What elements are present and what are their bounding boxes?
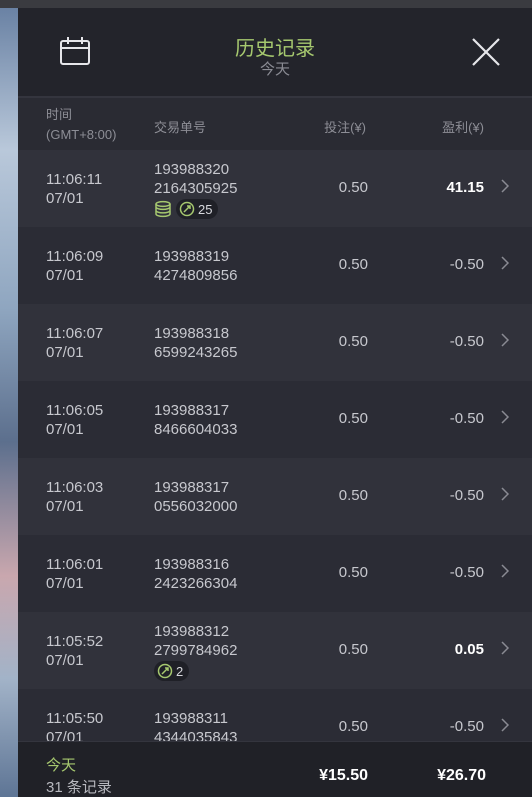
row-profit: -0.50 xyxy=(449,564,484,581)
history-row[interactable]: 11:06:05 07/01 193988317 8466604033 0.50 -… xyxy=(18,381,532,458)
history-panel: 历史记录 今天 时间 (GMT+8:00) 交易单号 投注(¥) 盈利(¥) 1… xyxy=(18,8,532,797)
row-order-number: 193988317 0556032000 xyxy=(154,479,238,515)
order-column-header: 交易单号 xyxy=(154,120,207,135)
close-icon[interactable] xyxy=(470,36,502,68)
row-order-number: 193988316 2423266304 xyxy=(154,556,238,592)
chevron-right-icon xyxy=(501,564,510,578)
row-badges: 25 xyxy=(154,198,219,220)
total-bet: ¥15.50 xyxy=(319,767,368,784)
row-profit: -0.50 xyxy=(449,487,484,504)
history-row[interactable]: 11:06:03 07/01 193988317 0556032000 0.50 -… xyxy=(18,458,532,535)
row-bet: 0.50 xyxy=(338,179,368,196)
row-profit: 0.05 xyxy=(454,641,484,658)
time-column-header: 时间 (GMT+8:00) xyxy=(46,107,117,142)
bet-column-header: 投注(¥) xyxy=(324,120,366,135)
free-spin-icon xyxy=(157,663,173,679)
row-time: 11:06:05 07/01 xyxy=(46,402,104,438)
row-bet: 0.50 xyxy=(338,256,368,273)
chevron-right-icon xyxy=(501,256,510,270)
row-time: 11:06:11 07/01 xyxy=(46,171,103,207)
row-bet: 0.50 xyxy=(338,487,368,504)
row-time: 11:05:52 07/01 xyxy=(46,633,104,669)
row-bet: 0.50 xyxy=(338,641,368,658)
free-spin-badge: 2 xyxy=(154,661,190,681)
row-profit: 41.15 xyxy=(446,179,484,196)
chevron-right-icon xyxy=(501,718,510,732)
history-row[interactable]: 11:06:09 07/01 193988319 4274809856 0.50 -… xyxy=(18,227,532,304)
row-time: 11:06:03 07/01 xyxy=(46,479,104,515)
row-order-number: 193988317 8466604033 xyxy=(154,402,238,438)
row-profit: -0.50 xyxy=(449,410,484,427)
row-order-number: 193988312 2799784962 xyxy=(154,623,238,659)
row-bet: 0.50 xyxy=(338,564,368,581)
row-time: 11:06:01 07/01 xyxy=(46,556,104,592)
history-row[interactable]: 11:06:01 07/01 193988316 2423266304 0.50 -… xyxy=(18,535,532,612)
column-header-row: 时间 (GMT+8:00) 交易单号 投注(¥) 盈利(¥) xyxy=(18,98,532,150)
coins-icon xyxy=(154,200,172,218)
row-order-number: 193988318 6599243265 xyxy=(154,325,238,361)
row-bet: 0.50 xyxy=(338,410,368,427)
chevron-right-icon xyxy=(501,333,510,347)
row-profit: -0.50 xyxy=(449,333,484,350)
row-badges: 2 xyxy=(154,660,190,682)
record-count: 31 条记录 xyxy=(46,779,112,796)
page-title: 历史记录 xyxy=(235,38,315,60)
row-bet: 0.50 xyxy=(338,333,368,350)
history-list: 11:06:11 07/01 193988320 2164305925 25 0… xyxy=(18,150,532,766)
panel-header: 历史记录 今天 xyxy=(18,8,532,98)
history-row[interactable]: 11:05:52 07/01 193988312 2799784962 2 0.50… xyxy=(18,612,532,689)
history-row[interactable]: 11:06:07 07/01 193988318 6599243265 0.50 -… xyxy=(18,304,532,381)
row-bet: 0.50 xyxy=(338,718,368,735)
chevron-right-icon xyxy=(501,410,510,424)
row-profit: -0.50 xyxy=(449,718,484,735)
chevron-right-icon xyxy=(501,487,510,501)
free-spin-icon xyxy=(179,201,195,217)
row-order-number: 193988320 2164305925 xyxy=(154,161,238,197)
free-spin-badge: 25 xyxy=(176,199,219,219)
row-time: 11:06:09 07/01 xyxy=(46,248,104,284)
date-filter-label: 今天 xyxy=(259,61,290,78)
summary-footer: 今天 31 条记录 ¥15.50 ¥26.70 xyxy=(18,741,532,797)
summary-period-label: 今天 xyxy=(46,757,77,774)
window-top-border xyxy=(0,0,532,8)
row-profit: -0.50 xyxy=(449,256,484,273)
chevron-right-icon xyxy=(501,179,510,193)
total-profit: ¥26.70 xyxy=(437,767,486,784)
profit-column-header: 盈利(¥) xyxy=(442,120,484,135)
row-order-number: 193988319 4274809856 xyxy=(154,248,238,284)
row-time: 11:06:07 07/01 xyxy=(46,325,104,361)
background-strip xyxy=(0,8,18,797)
history-row[interactable]: 11:06:11 07/01 193988320 2164305925 25 0… xyxy=(18,150,532,227)
chevron-right-icon xyxy=(501,641,510,655)
